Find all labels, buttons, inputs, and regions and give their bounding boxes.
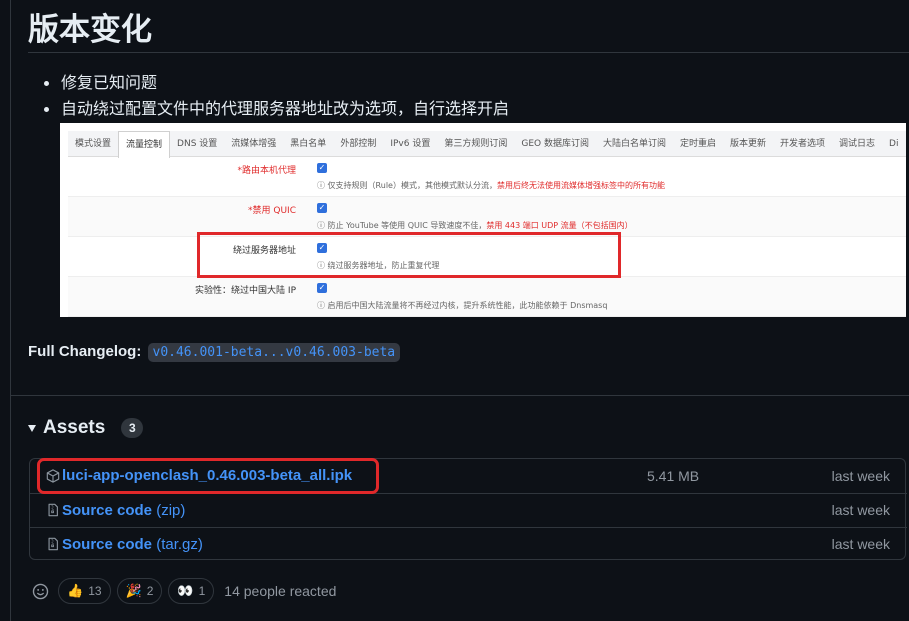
option-row: *禁用 QUIC ✓ ⓘ 防止 YouTube 等使用 QUIC 导致速度不佳，… bbox=[68, 197, 906, 237]
reaction-summary: 14 people reacted bbox=[224, 583, 337, 599]
reaction-hooray[interactable]: 🎉 2 bbox=[116, 578, 163, 604]
add-reaction-icon[interactable] bbox=[30, 581, 50, 601]
thumbs-up-icon: 👍 bbox=[67, 583, 84, 598]
reaction-count: 13 bbox=[88, 584, 102, 598]
title-divider bbox=[28, 52, 909, 53]
file-zip-icon bbox=[48, 537, 58, 551]
asset-date: last week bbox=[831, 536, 890, 552]
embedded-screenshot[interactable]: 模式设置 流量控制 DNS 设置 流媒体增强 黑白名单 外部控制 IPv6 设置 第三方规则订… bbox=[60, 123, 906, 317]
asset-link[interactable]: Source code (tar.gz) bbox=[62, 536, 203, 553]
option-description: ⓘ 防止 YouTube 等使用 QUIC 导致速度不佳，禁用 443 端口 U… bbox=[317, 221, 633, 230]
option-checkbox: ✓ bbox=[317, 283, 327, 293]
tab-external: 外部控制 bbox=[340, 139, 377, 149]
asset-size: 5.41 MB bbox=[647, 467, 700, 484]
timeline-rail bbox=[10, 0, 11, 621]
reactions-bar: 👍 13 🎉 2 👀 1 14 people reacted bbox=[30, 577, 336, 605]
tab-streaming: 流媒体增强 bbox=[231, 139, 277, 149]
option-description: ⓘ 启用后中国大陆流量将不再经过内核，提升系统性能，此功能依赖于 Dnsmasq bbox=[317, 301, 608, 310]
option-label: *路由本机代理 bbox=[237, 166, 296, 176]
highlight-annotation bbox=[197, 232, 621, 278]
tab-restart: 定时重启 bbox=[679, 139, 716, 149]
option-label: 实验性：绕过中国大陆 IP bbox=[195, 286, 296, 296]
assets-title: Assets bbox=[43, 417, 106, 438]
assets-toggle[interactable]: Assets 3 bbox=[28, 415, 144, 441]
reaction-count: 1 bbox=[198, 584, 206, 598]
asset-link[interactable]: Source code (zip) bbox=[62, 502, 185, 519]
changelog-label: Full Changelog: bbox=[28, 343, 142, 360]
tab-more: Di bbox=[889, 139, 899, 149]
file-zip-icon bbox=[48, 503, 58, 517]
asset-date: last week bbox=[831, 467, 890, 484]
eyes-icon: 👀 bbox=[177, 583, 194, 598]
tab-mode: 模式设置 bbox=[75, 139, 112, 149]
caret-down-icon bbox=[28, 424, 36, 432]
option-row: 实验性：绕过中国大陆 IP ✓ ⓘ 启用后中国大陆流量将不再经过内核，提升系统性… bbox=[68, 277, 906, 317]
tab-debug: 调试日志 bbox=[839, 139, 876, 149]
section-divider bbox=[10, 395, 909, 396]
option-checkbox: ✓ bbox=[317, 163, 327, 173]
tab-third-party: 第三方规则订阅 bbox=[444, 139, 508, 149]
tab-blackwhite: 黑白名单 bbox=[290, 139, 327, 149]
compare-link[interactable]: v0.46.001-beta...v0.46.003-beta bbox=[147, 343, 401, 362]
asset-row[interactable]: Source code (zip) last week bbox=[30, 493, 907, 526]
tab-dns: DNS 设置 bbox=[177, 139, 218, 149]
tab-geo: GEO 数据库订阅 bbox=[521, 139, 589, 149]
note-item: 自动绕过配置文件中的代理服务器地址改为选项，自行选择开启 bbox=[44, 96, 509, 122]
release-notes-list: 修复已知问题 自动绕过配置文件中的代理服务器地址改为选项，自行选择开启 bbox=[44, 70, 509, 122]
section-title: 版本变化 bbox=[28, 12, 152, 48]
option-checkbox: ✓ bbox=[317, 203, 327, 213]
reaction-count: 2 bbox=[146, 584, 154, 598]
changelog-line: Full Changelog: v0.46.001-beta...v0.46.0… bbox=[28, 343, 401, 362]
note-item: 修复已知问题 bbox=[44, 70, 509, 96]
tab-developer: 开发者选项 bbox=[780, 139, 826, 149]
reaction-eyes[interactable]: 👀 1 bbox=[168, 578, 215, 604]
tab-traffic-control: 流量控制 bbox=[118, 131, 171, 158]
highlight-annotation bbox=[37, 458, 379, 494]
assets-count-badge: 3 bbox=[121, 418, 144, 438]
reaction-thumbs-up[interactable]: 👍 13 bbox=[58, 578, 111, 604]
tab-mainland: 大陆白名单订阅 bbox=[602, 139, 666, 149]
tab-update: 版本更新 bbox=[729, 139, 766, 149]
asset-date: last week bbox=[831, 502, 890, 518]
settings-tab-bar: 模式设置 流量控制 DNS 设置 流媒体增强 黑白名单 外部控制 IPv6 设置 第三方规则订… bbox=[68, 131, 906, 158]
party-popper-icon: 🎉 bbox=[125, 583, 142, 598]
option-row: *路由本机代理 ✓ ⓘ 仅支持规则（Rule）模式，其他模式默认分流，禁用后终无… bbox=[68, 157, 906, 197]
asset-row[interactable]: Source code (tar.gz) last week bbox=[30, 527, 907, 560]
option-description: ⓘ 仅支持规则（Rule）模式，其他模式默认分流，禁用后终无法使用流媒体增强标签… bbox=[317, 181, 665, 190]
tab-ipv6: IPv6 设置 bbox=[390, 139, 431, 149]
option-label: *禁用 QUIC bbox=[248, 206, 296, 216]
